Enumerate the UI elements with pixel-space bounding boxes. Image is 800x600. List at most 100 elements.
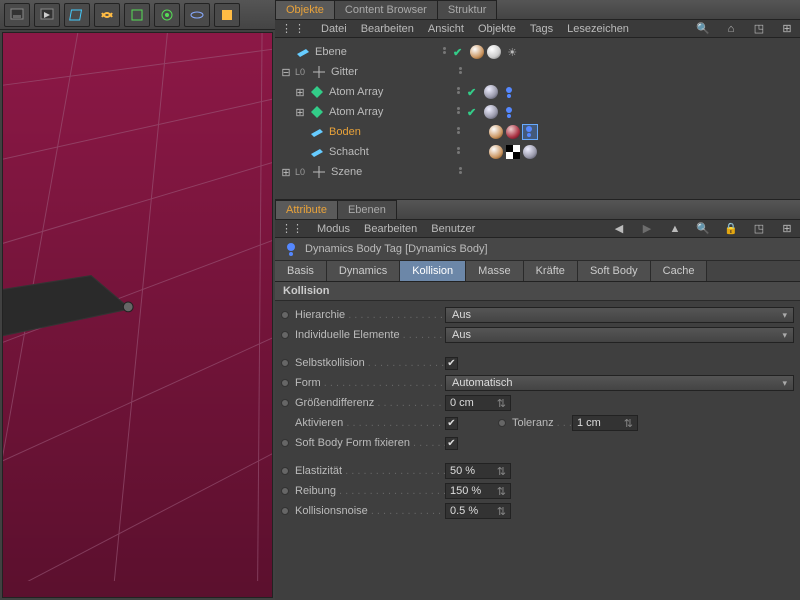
material-tag-icon[interactable] — [523, 145, 537, 159]
tree-row[interactable]: Ebene ✔ ☀ — [275, 42, 800, 62]
dynamics-tag-icon[interactable] — [501, 105, 517, 119]
expand-icon[interactable]: ⊞ — [780, 222, 794, 236]
dynamics-tag-icon[interactable] — [523, 125, 537, 139]
object-name[interactable]: Boden — [329, 126, 449, 138]
dynamics-tag-icon[interactable] — [501, 85, 517, 99]
param-bullet-icon[interactable] — [281, 379, 289, 387]
viewport-3d[interactable] — [2, 32, 273, 598]
subtab-kraefte[interactable]: Kräfte — [524, 261, 578, 281]
toolbar-button[interactable] — [64, 3, 90, 27]
param-bullet-icon[interactable] — [498, 419, 506, 427]
window-icon[interactable]: ◳ — [752, 222, 766, 236]
tab-layers[interactable]: Ebenen — [337, 200, 397, 219]
panel-grip-icon[interactable]: ⋮⋮ — [281, 222, 303, 235]
visibility-dots[interactable] — [455, 167, 465, 177]
tab-content-browser[interactable]: Content Browser — [334, 0, 438, 19]
material-tag-icon[interactable] — [487, 45, 501, 59]
checkbox-selbstkollision[interactable]: ✔ — [445, 357, 458, 370]
menu-tags[interactable]: Tags — [530, 23, 553, 35]
object-name[interactable]: Szene — [331, 166, 451, 178]
expander-icon[interactable]: ⊞ — [281, 166, 291, 179]
material-tag-icon[interactable] — [470, 45, 484, 59]
tree-row[interactable]: Boden — [275, 122, 800, 142]
toolbar-button[interactable] — [154, 3, 180, 27]
param-bullet-icon[interactable] — [281, 467, 289, 475]
input-toleranz[interactable]: 1 cm⇅ — [572, 415, 638, 431]
expander-icon[interactable]: ⊞ — [295, 106, 305, 119]
expander-icon[interactable]: ⊟ — [281, 66, 291, 79]
tree-row[interactable]: Schacht — [275, 142, 800, 162]
visibility-dots[interactable] — [453, 107, 463, 117]
toolbar-button[interactable] — [4, 3, 30, 27]
tree-row[interactable]: ⊞ Atom Array ✔ — [275, 102, 800, 122]
param-bullet-icon[interactable] — [281, 487, 289, 495]
active-check-icon[interactable]: ✔ — [467, 86, 476, 99]
menu-objects[interactable]: Objekte — [478, 23, 516, 35]
sun-tag-icon[interactable]: ☀ — [504, 45, 520, 59]
tab-structure[interactable]: Struktur — [437, 0, 498, 19]
tab-objects[interactable]: Objekte — [275, 0, 335, 19]
tree-row[interactable]: ⊞ Atom Array ✔ — [275, 82, 800, 102]
menu-file[interactable]: Datei — [321, 23, 347, 35]
input-reibung[interactable]: 150 %⇅ — [445, 483, 511, 499]
dropdown-hierarchie[interactable]: Aus — [445, 307, 794, 323]
param-bullet-icon[interactable] — [281, 359, 289, 367]
param-bullet-icon[interactable] — [281, 439, 289, 447]
material-tag-icon[interactable] — [506, 125, 520, 139]
tree-row[interactable]: ⊞ L0 Szene — [275, 162, 800, 182]
object-name[interactable]: Gitter — [331, 66, 451, 78]
checkbox-aktivieren[interactable]: ✔ — [445, 417, 458, 430]
object-name[interactable]: Schacht — [329, 146, 449, 158]
tab-attribute[interactable]: Attribute — [275, 200, 338, 219]
param-bullet-icon[interactable] — [281, 399, 289, 407]
checkbox-softbodyfix[interactable]: ✔ — [445, 437, 458, 450]
toolbar-button[interactable] — [94, 3, 120, 27]
active-check-icon[interactable]: ✔ — [453, 46, 462, 59]
visibility-dots[interactable] — [453, 87, 463, 97]
dropdown-form[interactable]: Automatisch — [445, 375, 794, 391]
search-icon[interactable]: 🔍 — [696, 22, 710, 36]
toolbar-button[interactable] — [34, 3, 60, 27]
up-icon[interactable]: ▲ — [668, 222, 682, 236]
active-check-icon[interactable]: ✔ — [467, 106, 476, 119]
subtab-masse[interactable]: Masse — [466, 261, 523, 281]
subtab-basis[interactable]: Basis — [275, 261, 327, 281]
nav-fwd-icon[interactable]: ▶ — [640, 222, 654, 236]
toolbar-button[interactable] — [184, 3, 210, 27]
menu-edit[interactable]: Bearbeiten — [361, 23, 414, 35]
input-groessendifferenz[interactable]: 0 cm⇅ — [445, 395, 511, 411]
param-bullet-icon[interactable] — [281, 331, 289, 339]
toolbar-button[interactable] — [124, 3, 150, 27]
visibility-dots[interactable] — [453, 127, 463, 137]
param-bullet-icon[interactable] — [281, 311, 289, 319]
subtab-softbody[interactable]: Soft Body — [578, 261, 651, 281]
home-icon[interactable]: ⌂ — [724, 22, 738, 36]
subtab-kollision[interactable]: Kollision — [400, 261, 466, 281]
object-tree[interactable]: Ebene ✔ ☀ ⊟ L0 Gitter ⊞ Atom Array — [275, 38, 800, 200]
visibility-dots[interactable] — [453, 147, 463, 157]
visibility-dots[interactable] — [455, 67, 465, 77]
expand-icon[interactable]: ⊞ — [780, 22, 794, 36]
input-kollisionsnoise[interactable]: 0.5 %⇅ — [445, 503, 511, 519]
subtab-cache[interactable]: Cache — [651, 261, 708, 281]
compositing-tag-icon[interactable] — [506, 145, 520, 159]
menu-user[interactable]: Benutzer — [431, 223, 475, 235]
tree-row[interactable]: ⊟ L0 Gitter — [275, 62, 800, 82]
toolbar-button[interactable] — [214, 3, 240, 27]
expander-icon[interactable]: ⊞ — [295, 86, 305, 99]
input-elastizitaet[interactable]: 50 %⇅ — [445, 463, 511, 479]
material-tag-icon[interactable] — [489, 125, 503, 139]
object-name[interactable]: Ebene — [315, 46, 435, 58]
nav-back-icon[interactable]: ◀ — [612, 222, 626, 236]
object-name[interactable]: Atom Array — [329, 86, 449, 98]
material-tag-icon[interactable] — [484, 105, 498, 119]
dropdown-individuelle[interactable]: Aus — [445, 327, 794, 343]
search-icon[interactable]: 🔍 — [696, 222, 710, 236]
material-tag-icon[interactable] — [484, 85, 498, 99]
menu-view[interactable]: Ansicht — [428, 23, 464, 35]
menu-mode[interactable]: Modus — [317, 223, 350, 235]
window-icon[interactable]: ◳ — [752, 22, 766, 36]
material-tag-icon[interactable] — [489, 145, 503, 159]
param-bullet-icon[interactable] — [281, 507, 289, 515]
lock-icon[interactable]: 🔒 — [724, 222, 738, 236]
